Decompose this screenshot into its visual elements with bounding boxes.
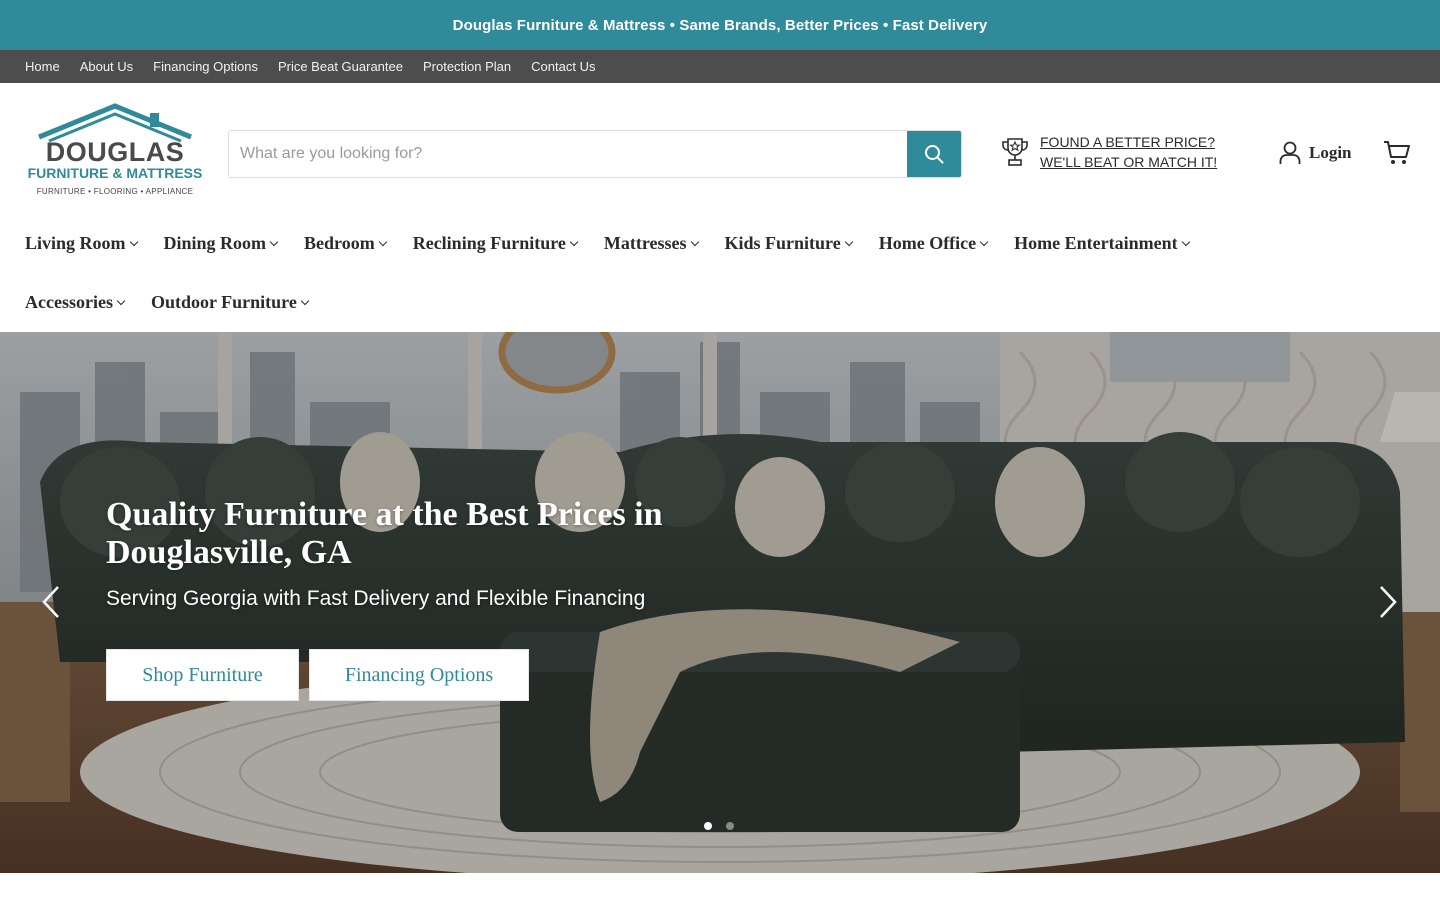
nav-item-accessories[interactable]: Accessories bbox=[25, 291, 126, 313]
nav-item-home-office[interactable]: Home Office bbox=[878, 232, 989, 254]
utility-link-contact-us[interactable]: Contact Us bbox=[531, 59, 595, 74]
shop-furniture-button[interactable]: Shop Furniture bbox=[106, 649, 299, 701]
chevron-down-icon bbox=[116, 296, 126, 305]
price-beat-link-line1[interactable]: FOUND A BETTER PRICE? bbox=[1040, 133, 1217, 151]
main-nav: Living Room Dining Room Bedroom Reclinin… bbox=[0, 223, 1440, 332]
chevron-right-icon bbox=[1380, 586, 1397, 618]
nav-item-label: Living Room bbox=[25, 232, 126, 253]
search-button[interactable] bbox=[907, 131, 961, 177]
price-beat-link-line2[interactable]: WE'LL BEAT OR MATCH IT! bbox=[1040, 153, 1217, 171]
cart-icon bbox=[1384, 141, 1410, 164]
hero-slideshow: Quality Furniture at the Best Prices in … bbox=[0, 332, 1440, 873]
nav-item-reclining-furniture[interactable]: Reclining Furniture bbox=[412, 232, 579, 254]
chevron-down-icon bbox=[300, 296, 310, 305]
utility-link-financing-options[interactable]: Financing Options bbox=[153, 59, 258, 74]
nav-item-label: Dining Room bbox=[163, 232, 267, 253]
utility-link-price-beat-guarantee[interactable]: Price Beat Guarantee bbox=[278, 59, 403, 74]
nav-item-mattresses[interactable]: Mattresses bbox=[603, 232, 699, 254]
slide-next-button[interactable] bbox=[1373, 582, 1403, 622]
cart-button[interactable] bbox=[1383, 140, 1411, 171]
announcement-text: Douglas Furniture & Mattress • Same Bran… bbox=[452, 16, 988, 34]
financing-options-button[interactable]: Financing Options bbox=[309, 649, 529, 701]
chevron-down-icon bbox=[690, 237, 699, 246]
utility-nav: Home About Us Financing Options Price Be… bbox=[0, 50, 1440, 83]
logo-subtitle: FURNITURE & MATTRESS bbox=[27, 165, 203, 181]
nav-item-living-room[interactable]: Living Room bbox=[25, 232, 138, 254]
nav-item-dining-room[interactable]: Dining Room bbox=[163, 232, 279, 254]
chevron-down-icon bbox=[844, 237, 853, 246]
chevron-down-icon bbox=[269, 237, 279, 246]
search-input[interactable] bbox=[229, 131, 907, 177]
utility-link-about-us[interactable]: About Us bbox=[80, 59, 133, 74]
chevron-down-icon bbox=[1181, 237, 1190, 246]
login-label: Login bbox=[1309, 143, 1352, 162]
nav-item-bedroom[interactable]: Bedroom bbox=[304, 232, 387, 254]
search-icon bbox=[925, 145, 944, 164]
utility-link-protection-plan[interactable]: Protection Plan bbox=[423, 59, 511, 74]
hero-subtitle: Serving Georgia with Fast Delivery and F… bbox=[106, 587, 646, 610]
trophy-icon bbox=[1002, 138, 1028, 166]
chevron-down-icon bbox=[979, 237, 989, 246]
chevron-left-icon bbox=[42, 586, 59, 618]
price-beat-promo: FOUND A BETTER PRICE? WE'LL BEAT OR MATC… bbox=[1000, 133, 1217, 171]
nav-item-home-entertainment[interactable]: Home Entertainment bbox=[1014, 232, 1190, 254]
nav-item-label: Reclining Furniture bbox=[412, 232, 566, 253]
site-logo[interactable]: DOUGLAS FURNITURE & MATTRESS FURNITURE •… bbox=[25, 103, 205, 203]
main-nav-row: Living Room Dining Room Bedroom Reclinin… bbox=[25, 232, 1190, 254]
nav-item-label: Outdoor Furniture bbox=[150, 291, 297, 312]
slide-dots bbox=[704, 822, 734, 830]
hero-title: Quality Furniture at the Best Prices in … bbox=[106, 496, 663, 571]
nav-item-label: Home Entertainment bbox=[1014, 232, 1178, 253]
announcement-bar: Douglas Furniture & Mattress • Same Bran… bbox=[0, 0, 1440, 50]
slide-dot-1[interactable] bbox=[704, 822, 712, 830]
nav-item-outdoor-furniture[interactable]: Outdoor Furniture bbox=[150, 291, 310, 313]
nav-item-label: Home Office bbox=[878, 232, 977, 253]
nav-item-label: Accessories bbox=[25, 291, 113, 312]
site-header: DOUGLAS FURNITURE & MATTRESS FURNITURE •… bbox=[0, 83, 1440, 223]
logo-name: DOUGLAS bbox=[45, 137, 185, 167]
slide-dot-2[interactable] bbox=[726, 822, 734, 830]
login-link[interactable]: Login bbox=[1279, 141, 1352, 165]
nav-item-label: Mattresses bbox=[603, 232, 687, 253]
nav-item-label: Bedroom bbox=[304, 232, 375, 253]
search-bar bbox=[228, 130, 962, 178]
nav-item-kids-furniture[interactable]: Kids Furniture bbox=[724, 232, 853, 254]
user-icon bbox=[1279, 141, 1301, 164]
slide-prev-button[interactable] bbox=[36, 582, 66, 622]
utility-link-home[interactable]: Home bbox=[25, 59, 60, 74]
main-nav-row: Accessories Outdoor Furniture bbox=[25, 291, 310, 313]
chevron-down-icon bbox=[129, 237, 138, 246]
chevron-down-icon bbox=[378, 237, 387, 246]
chevron-down-icon bbox=[569, 237, 579, 246]
nav-item-label: Kids Furniture bbox=[724, 232, 841, 253]
logo-tagline: FURNITURE • FLOORING • APPLIANCE bbox=[36, 187, 194, 196]
